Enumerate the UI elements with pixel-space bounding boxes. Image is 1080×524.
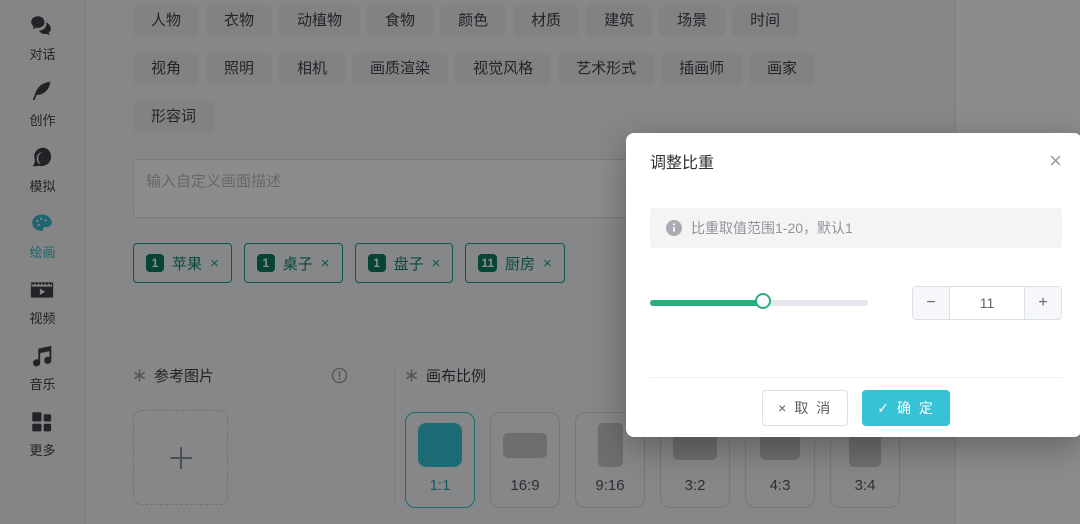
weight-controls: − + [650,286,1062,320]
info-filled-icon [666,220,682,236]
info-banner-text: 比重取值范围1-20，默认1 [691,220,853,236]
close-icon[interactable]: × [1049,150,1062,172]
modal-footer: × 取 消 ✓ 确 定 [650,377,1062,426]
slider-fill [650,300,765,306]
x-icon: × [778,400,789,416]
confirm-button[interactable]: ✓ 确 定 [862,390,950,426]
modal-header: 调整比重 × [626,133,1080,189]
weight-value-input[interactable] [950,287,1024,319]
slider-handle[interactable] [754,293,771,309]
modal-body: 比重取值范围1-20，默认1 − + × 取 消 ✓ 确 定 [626,208,1080,426]
weight-stepper: − + [912,286,1062,320]
info-banner: 比重取值范围1-20，默认1 [650,208,1062,248]
modal-title: 调整比重 [650,155,715,172]
cancel-button[interactable]: × 取 消 [762,390,849,426]
decrease-button[interactable]: − [913,287,950,319]
increase-button[interactable]: + [1024,287,1061,319]
check-icon: ✓ [877,399,891,416]
weight-slider[interactable] [650,293,868,313]
adjust-weight-modal: 调整比重 × 比重取值范围1-20，默认1 − + ×取 [626,133,1080,437]
confirm-label: 确 定 [896,400,935,416]
cancel-label: 取 消 [794,400,833,416]
